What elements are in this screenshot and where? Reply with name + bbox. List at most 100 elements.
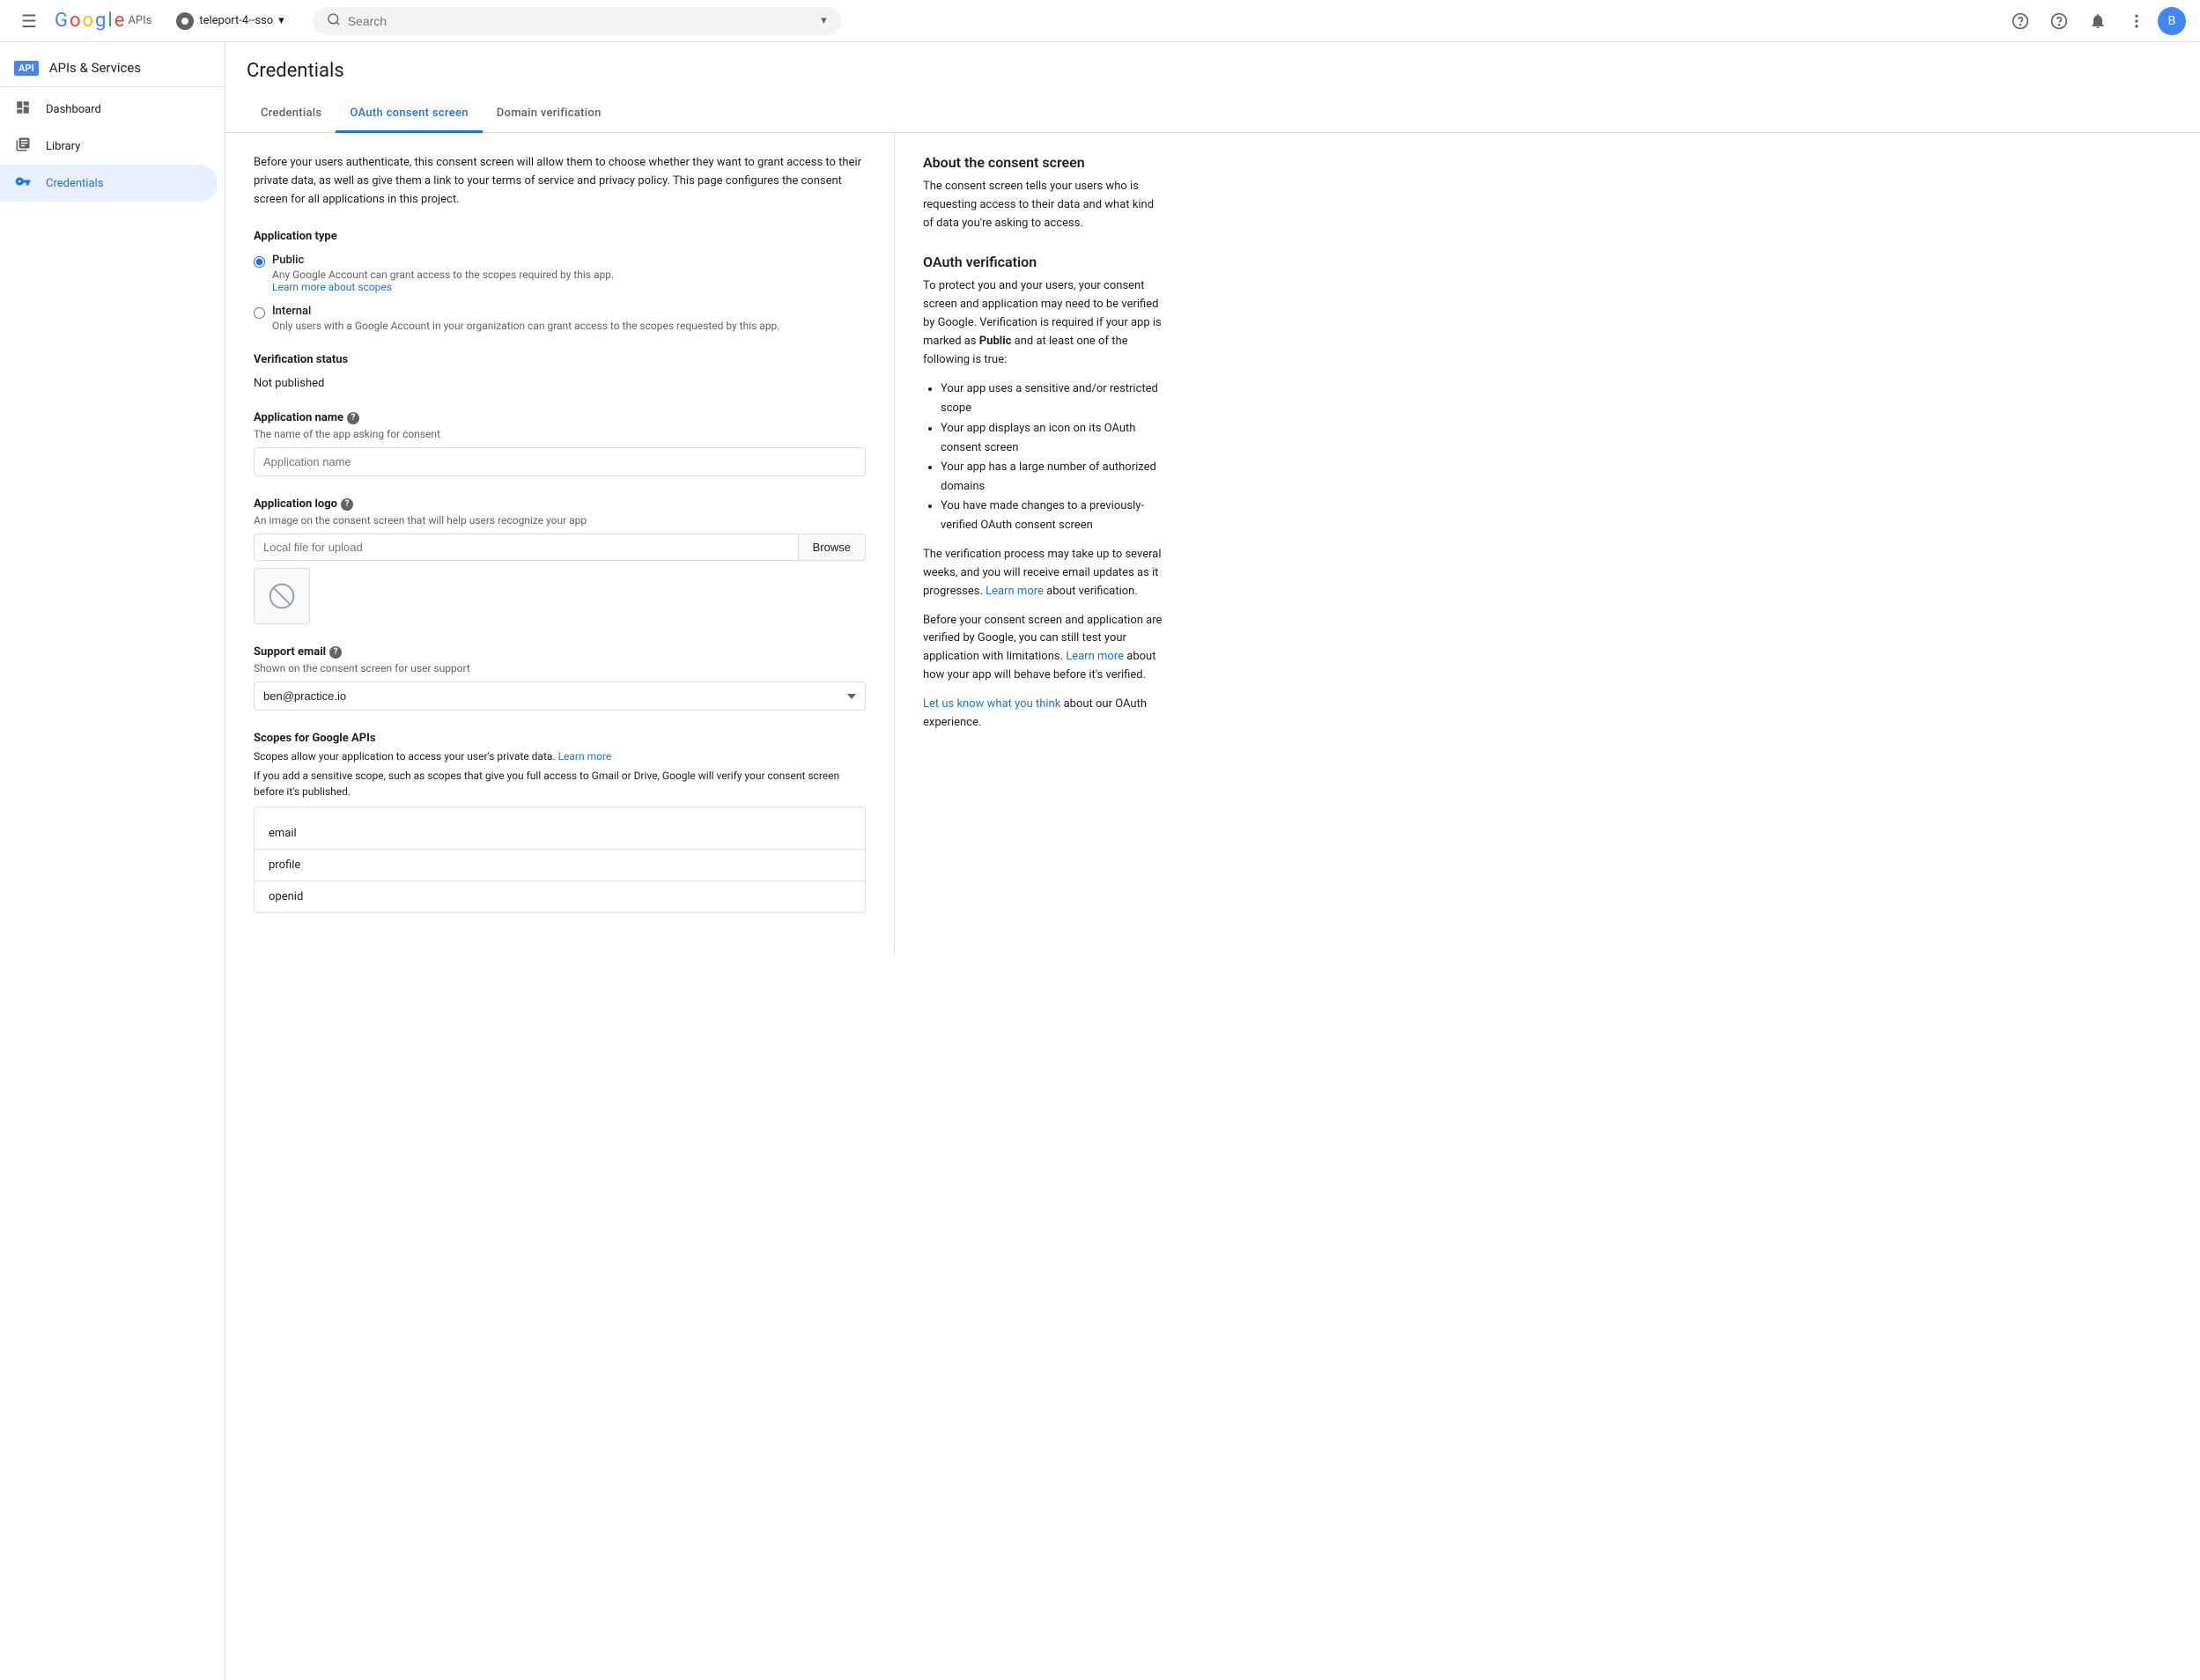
tab-domain[interactable]: Domain verification — [483, 96, 616, 133]
list-item: You have made changes to a previously-ve… — [941, 497, 1166, 535]
scopes-table-container: email profile openid — [254, 807, 866, 913]
learn-more-verification-link[interactable]: Learn more — [986, 585, 1044, 598]
search-icon — [327, 12, 341, 30]
oauth-title: OAuth verification — [923, 254, 1166, 270]
project-selector[interactable]: teleport-4--sso ▾ — [169, 9, 291, 33]
layout: API APIs & Services Dashboard Library Cr… — [0, 42, 2200, 1680]
oauth-verification-section: OAuth verification To protect you and yo… — [923, 254, 1166, 732]
verification-para1: The verification process may take up to … — [923, 546, 1166, 601]
more-icon[interactable] — [2119, 4, 2154, 39]
verification-para2: Before your consent screen and applicati… — [923, 612, 1166, 685]
support-email-section: Support email ? Shown on the consent scr… — [254, 645, 866, 711]
google-logo: Google APIs — [55, 10, 151, 32]
scope-email: email — [255, 818, 865, 850]
learn-more-behavior-link[interactable]: Learn more — [1066, 650, 1124, 663]
scopes-desc1: Scopes allow your application to access … — [254, 748, 866, 764]
table-row: profile — [255, 850, 865, 881]
search-input[interactable] — [348, 14, 814, 28]
tab-oauth[interactable]: OAuth consent screen — [336, 96, 482, 133]
radio-public-label: Public — [272, 254, 614, 267]
consent-text: The consent screen tells your users who … — [923, 178, 1166, 232]
logo-preview — [254, 568, 310, 624]
list-item: Your app has a large number of authorize… — [941, 458, 1166, 497]
support-email-hint: Shown on the consent screen for user sup… — [254, 662, 866, 674]
feedback-link[interactable]: Let us know what you think — [923, 697, 1060, 711]
sidebar-header: API APIs & Services — [0, 49, 225, 83]
verification-value: Not published — [254, 377, 866, 390]
scopes-desc2: If you add a sensitive scope, such as sc… — [254, 768, 866, 799]
radio-public: Public Any Google Account can grant acce… — [254, 254, 866, 294]
verification-section: Verification status Not published — [254, 353, 866, 390]
sidebar-title: APIs & Services — [49, 60, 141, 76]
project-icon — [176, 12, 194, 30]
learn-more-scopes-link[interactable]: Learn more about scopes — [272, 281, 392, 293]
about-consent-section: About the consent screen The consent scr… — [923, 154, 1166, 232]
radio-internal-input[interactable] — [254, 307, 265, 319]
list-item: Your app uses a sensitive and/or restric… — [941, 379, 1166, 418]
intro-text: Before your users authenticate, this con… — [254, 154, 866, 209]
verification-label: Verification status — [254, 353, 866, 366]
sidebar-item-credentials[interactable]: Credentials — [0, 165, 218, 202]
scope-openid: openid — [255, 881, 865, 913]
main-content: Credentials Credentials OAuth consent sc… — [225, 42, 2200, 1680]
support-email-select[interactable]: ben@practice.io — [254, 682, 866, 711]
support-email-label: Support email ? — [254, 645, 866, 659]
sidebar-divider — [0, 86, 225, 87]
topbar: ☰ Google APIs teleport-4--sso ▾ ▾ — [0, 0, 2200, 42]
sidebar-item-label: Library — [46, 140, 80, 153]
scope-profile: profile — [255, 850, 865, 881]
topbar-right: B — [2003, 4, 2186, 39]
app-type-label: Application type — [254, 230, 866, 243]
scopes-section: Scopes for Google APIs Scopes allow your… — [254, 732, 866, 913]
tabs: Credentials OAuth consent screen Domain … — [247, 96, 2179, 132]
table-row: email — [255, 818, 865, 850]
content-right: About the consent screen The consent scr… — [895, 133, 1194, 955]
app-name-label: Application name ? — [254, 411, 866, 424]
app-name-hint: The name of the app asking for consent — [254, 428, 866, 440]
library-icon — [14, 136, 32, 156]
radio-internal-desc: Only users with a Google Account in your… — [272, 320, 779, 332]
app-name-section: Application name ? The name of the app a… — [254, 411, 866, 476]
search-dropdown-icon: ▾ — [821, 14, 827, 27]
scopes-label: Scopes for Google APIs — [254, 732, 866, 745]
browse-button[interactable]: Browse — [798, 534, 866, 561]
topbar-left: ☰ Google APIs teleport-4--sso ▾ — [14, 4, 292, 39]
search-bar[interactable]: ▾ — [313, 7, 841, 35]
app-type-section: Application type Public Any Google Accou… — [254, 230, 866, 332]
oauth-intro: To protect you and your users, your cons… — [923, 277, 1166, 369]
notifications-icon[interactable] — [2080, 4, 2115, 39]
avatar[interactable]: B — [2158, 7, 2186, 35]
help-icon[interactable] — [2041, 4, 2077, 39]
dropdown-icon: ▾ — [278, 14, 284, 27]
list-item: Your app displays an icon on its OAuth c… — [941, 419, 1166, 458]
tab-credentials[interactable]: Credentials — [247, 96, 336, 133]
page-title: Credentials — [247, 60, 2179, 82]
sidebar-item-label: Credentials — [46, 177, 103, 190]
radio-group: Public Any Google Account can grant acce… — [254, 254, 866, 332]
menu-icon[interactable]: ☰ — [14, 4, 44, 39]
content-body: Before your users authenticate, this con… — [225, 133, 2200, 955]
radio-public-desc: Any Google Account can grant access to t… — [272, 269, 614, 281]
content-left: Before your users authenticate, this con… — [225, 133, 895, 955]
app-logo-help-icon[interactable]: ? — [341, 498, 353, 511]
sidebar-item-library[interactable]: Library — [0, 128, 218, 165]
logo-upload-row: Browse — [254, 534, 866, 561]
app-name-help-icon[interactable]: ? — [347, 412, 359, 424]
app-logo-hint: An image on the consent screen that will… — [254, 514, 866, 527]
support-icon[interactable] — [2003, 4, 2038, 39]
sidebar-item-label: Dashboard — [46, 103, 101, 116]
support-email-help-icon[interactable]: ? — [329, 646, 342, 659]
logo-file-input[interactable] — [254, 534, 798, 561]
project-name: teleport-4--sso — [199, 14, 273, 27]
api-badge: API — [14, 61, 39, 76]
dashboard-icon — [14, 99, 32, 119]
radio-internal: Internal Only users with a Google Accoun… — [254, 305, 866, 332]
app-logo-label: Application logo ? — [254, 497, 866, 511]
sidebar-item-dashboard[interactable]: Dashboard — [0, 91, 218, 128]
scopes-learn-more-link[interactable]: Learn more — [558, 750, 612, 763]
consent-title: About the consent screen — [923, 154, 1166, 171]
app-name-input[interactable] — [254, 447, 866, 476]
radio-internal-label: Internal — [272, 305, 779, 318]
radio-public-input[interactable] — [254, 256, 265, 268]
content-header: Credentials Credentials OAuth consent sc… — [225, 42, 2200, 133]
